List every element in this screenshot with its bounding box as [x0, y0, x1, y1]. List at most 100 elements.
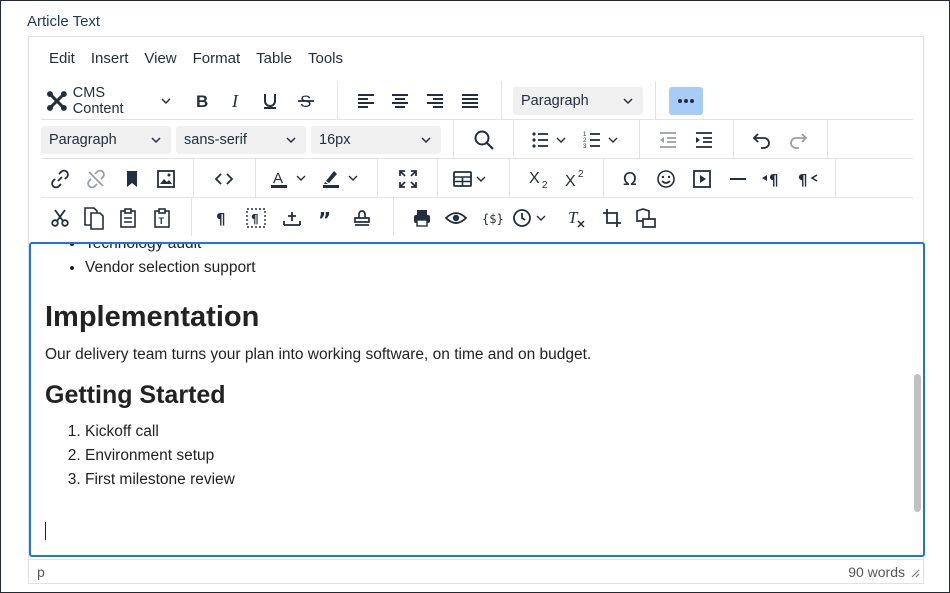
align-justify-button[interactable]: [455, 87, 485, 115]
insert-datetime-button[interactable]: [511, 204, 553, 232]
outdent-icon: [660, 132, 676, 148]
editor-content-area[interactable]: Technology audit Vendor selection suppor…: [29, 242, 925, 557]
omega-icon: Ω: [623, 169, 637, 190]
search-replace-button[interactable]: [469, 126, 499, 154]
toolbar-separator: [733, 120, 734, 158]
cut-button[interactable]: [45, 204, 75, 232]
toolbar-separator: [513, 120, 514, 158]
element-path[interactable]: p: [37, 564, 45, 580]
toolbar-separator: [193, 159, 194, 197]
redo-button[interactable]: [783, 126, 813, 154]
template-button[interactable]: {$}: [477, 204, 507, 232]
toolbar-separator: [191, 198, 192, 236]
bold-button[interactable]: B: [187, 87, 217, 115]
paste-text-icon: T: [154, 208, 170, 228]
word-count[interactable]: 90 words: [848, 564, 905, 580]
resize-handle-icon[interactable]: [910, 568, 920, 578]
fullscreen-icon: [399, 170, 417, 188]
preview-button[interactable]: [441, 204, 471, 232]
source-code-button[interactable]: [209, 165, 239, 193]
quote-icon: ”: [318, 208, 331, 228]
align-left-button[interactable]: [351, 87, 381, 115]
svg-text:{$}: {$}: [482, 212, 503, 226]
print-icon: [414, 210, 430, 227]
svg-text:¶: ¶: [769, 171, 779, 189]
visual-blocks-button[interactable]: ¶: [241, 204, 271, 232]
clear-formatting-button[interactable]: T: [561, 204, 591, 232]
svg-text:A: A: [273, 170, 283, 187]
chevron-down-icon: [151, 137, 161, 144]
outdent-button[interactable]: [653, 126, 683, 154]
underline-button[interactable]: [255, 87, 285, 115]
text-color-button[interactable]: A: [269, 165, 313, 193]
visual-chars-button[interactable]: ¶: [207, 204, 237, 232]
align-center-button[interactable]: [385, 87, 415, 115]
menu-tools[interactable]: Tools: [300, 46, 351, 71]
undo-button[interactable]: [747, 126, 777, 154]
chevron-down-icon: [286, 137, 296, 144]
font-size-select[interactable]: 16px: [311, 126, 441, 154]
font-size-value: 16px: [319, 132, 351, 148]
strikethrough-button[interactable]: S: [291, 87, 321, 115]
insert-anchor-button[interactable]: [277, 204, 307, 232]
block-format-select[interactable]: Paragraph: [513, 87, 643, 115]
font-family-select[interactable]: sans-serif: [176, 126, 306, 154]
align-right-button[interactable]: [420, 87, 450, 115]
svg-text:”: ”: [318, 208, 331, 228]
unlink-icon: [87, 169, 105, 189]
highlight-color-button[interactable]: [321, 165, 365, 193]
smiley-icon: [657, 170, 675, 188]
image-icon: [157, 170, 175, 188]
unlink-button[interactable]: [81, 165, 111, 193]
bookmark-button[interactable]: [117, 165, 147, 193]
toolbar-separator: [377, 159, 378, 197]
svg-text:X: X: [565, 173, 576, 190]
copy-button[interactable]: [79, 204, 109, 232]
superscript-button[interactable]: X2: [561, 165, 591, 193]
menu-table[interactable]: Table: [248, 46, 300, 71]
image-button[interactable]: [151, 165, 181, 193]
media-button[interactable]: [687, 165, 717, 193]
pilcrow-icon: ¶: [216, 210, 226, 228]
menu-edit[interactable]: Edit: [41, 46, 83, 71]
ltr-button[interactable]: ¶: [757, 165, 787, 193]
table-button[interactable]: [451, 165, 493, 193]
more-toolbar-button[interactable]: [669, 87, 703, 115]
text-color-icon: A: [271, 170, 306, 188]
italic-icon: I: [231, 91, 239, 111]
rtl-button[interactable]: ¶: [793, 165, 823, 193]
block-format-select-2[interactable]: Paragraph: [41, 126, 171, 154]
menu-view[interactable]: View: [136, 46, 184, 71]
rtl-icon: ¶: [798, 171, 818, 189]
vertical-scrollbar[interactable]: [914, 374, 921, 512]
italic-button[interactable]: I: [221, 87, 251, 115]
code-icon: [214, 173, 234, 185]
fullscreen-button[interactable]: [393, 165, 423, 193]
field-label: Article Text: [27, 13, 101, 30]
paste-button[interactable]: [113, 204, 143, 232]
align-left-icon: [358, 94, 374, 108]
link-button[interactable]: [45, 165, 75, 193]
special-character-button[interactable]: Ω: [617, 165, 647, 193]
block-format-value: Paragraph: [521, 93, 589, 109]
text-cursor: [45, 522, 46, 540]
edit-image-button[interactable]: [631, 204, 661, 232]
svg-text:¶: ¶: [216, 210, 226, 228]
print-button[interactable]: [407, 204, 437, 232]
menu-insert[interactable]: Insert: [83, 46, 137, 71]
bullet-list-button[interactable]: [529, 126, 571, 154]
window-frame: Article Text Edit Insert View Format Tab…: [0, 0, 950, 593]
stamp-button[interactable]: [347, 204, 377, 232]
blockquote-button[interactable]: ”: [311, 204, 341, 232]
horizontal-line-button[interactable]: [723, 165, 753, 193]
cms-content-label: CMS Content: [72, 85, 124, 117]
emoticons-button[interactable]: [651, 165, 681, 193]
crop-button[interactable]: [597, 204, 627, 232]
numbered-list-button[interactable]: 123: [581, 126, 623, 154]
paste-as-text-button[interactable]: T: [147, 204, 177, 232]
menu-format[interactable]: Format: [185, 46, 249, 71]
indent-button[interactable]: [689, 126, 719, 154]
indent-icon: [696, 132, 712, 148]
subscript-button[interactable]: X2: [525, 165, 555, 193]
cms-content-button[interactable]: CMS Content: [41, 85, 181, 117]
